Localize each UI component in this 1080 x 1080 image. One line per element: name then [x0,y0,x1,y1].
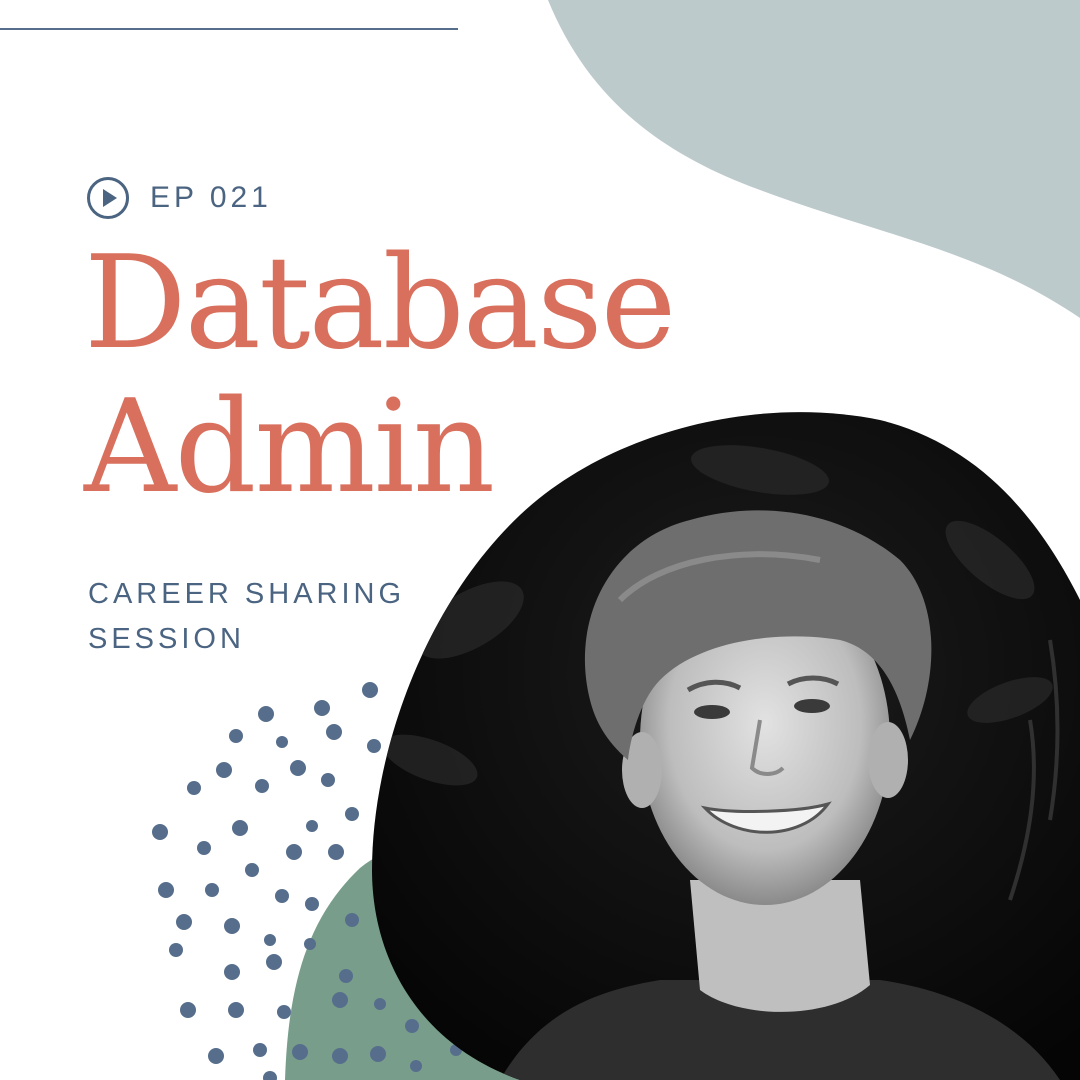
subtitle-line-2: SESSION [88,623,245,655]
session-subtitle: CAREER SHARING SESSION [88,572,448,662]
page-title: Database Admin [84,232,724,520]
speaker-photo [372,412,1080,1080]
episode-row: EP 021 [86,176,272,220]
subtitle-line-1: CAREER SHARING [88,578,406,610]
title-line-1: Database [84,229,676,378]
title-line-2: Admin [84,373,495,522]
podcast-cover: EP 021 Database Admin CAREER SHARING SES… [0,0,1080,1080]
play-circle-icon[interactable] [86,176,130,220]
episode-label: EP 021 [150,181,272,214]
